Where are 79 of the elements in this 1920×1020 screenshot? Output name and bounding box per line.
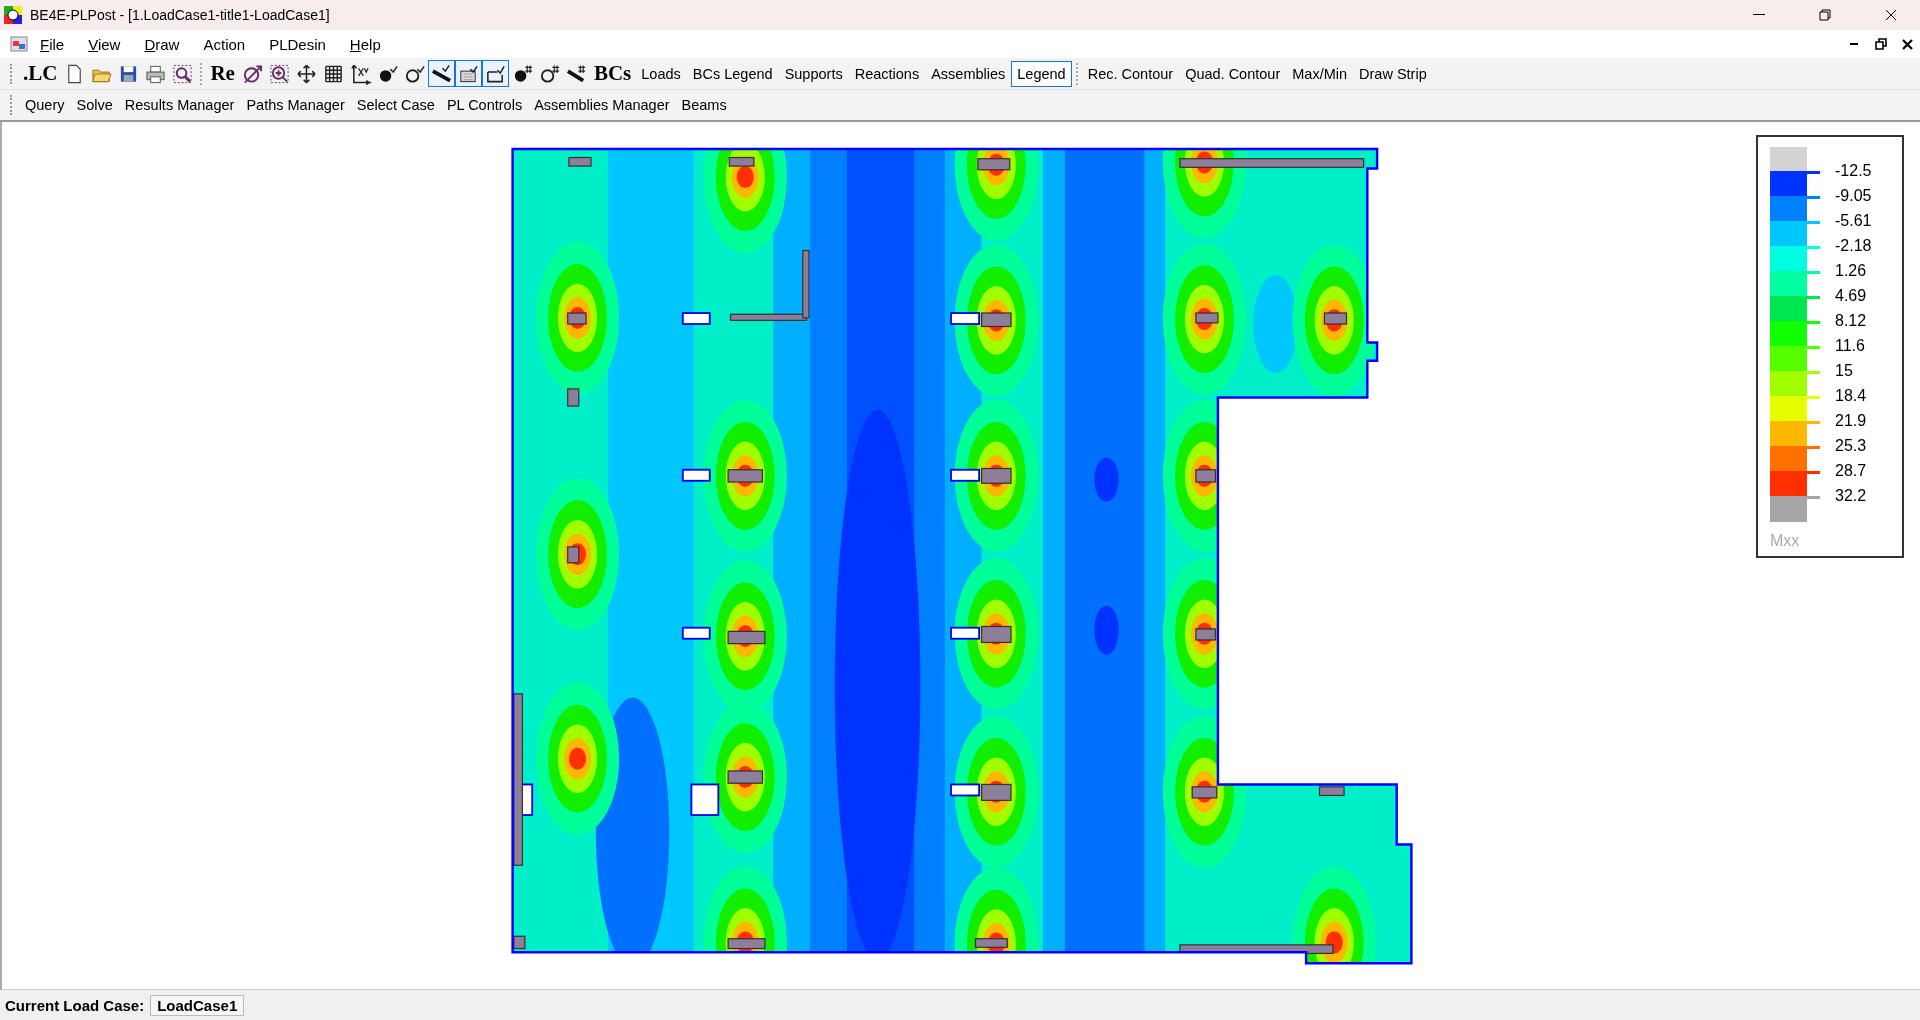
legend-value: 1.26 [1835, 262, 1867, 280]
restore-icon [1819, 9, 1831, 21]
legend-tick [1770, 421, 1820, 424]
move-icon [295, 62, 317, 85]
legend-value: 11.6 [1835, 337, 1865, 355]
status-label: Current Load Case: [5, 996, 145, 1014]
toolbar-button[interactable]: Paths Manager [240, 92, 351, 118]
toolbar-button[interactable]: Quad. Contour [1179, 60, 1287, 87]
status-value: LoadCase1 [150, 994, 245, 1016]
toolbar-button[interactable] [481, 60, 509, 87]
toolbar-button[interactable]: Supports [778, 60, 849, 87]
legend-value: 4.69 [1835, 287, 1867, 305]
beam-check-icon [430, 62, 452, 85]
close-icon [1885, 9, 1897, 21]
menu-item[interactable]: Draw [132, 35, 192, 53]
toolbar-button[interactable]: Rec. Contour [1081, 60, 1180, 87]
menu-item[interactable]: Help [337, 35, 393, 53]
toolbar-button[interactable]: .LC [19, 59, 62, 88]
toolbar-button[interactable]: BCs [589, 59, 636, 88]
legend-tick [1770, 396, 1820, 399]
legend-tick [1770, 196, 1820, 199]
menu-item[interactable]: View [76, 35, 133, 53]
legend-tick [1770, 446, 1820, 449]
toolbar-button[interactable]: BCs Legend [686, 60, 779, 87]
axis-icon [349, 62, 371, 85]
menu-item[interactable]: PLDesin [257, 35, 338, 53]
toolbar-button[interactable]: Reactions [848, 60, 926, 87]
legend-tick [1770, 346, 1820, 349]
legend-tick [1770, 221, 1820, 224]
beam-hash-icon [565, 62, 587, 85]
ring-hash-icon [538, 62, 560, 85]
toolbar-button[interactable]: Assemblies [925, 60, 1012, 87]
toolbar-button[interactable]: Results Manager [118, 92, 241, 118]
window-title: BE4E-PLPost - [1.LoadCase1-title1-LoadCase1] [30, 7, 330, 23]
legend-tick [1770, 296, 1820, 299]
minimize-icon [1753, 14, 1765, 16]
toolbar-button[interactable]: Legend [1011, 60, 1072, 87]
legend-tick [1770, 496, 1820, 499]
toolbar-button[interactable]: Solve [70, 92, 119, 118]
close-icon [1901, 38, 1913, 50]
legend-title: Mxx [1770, 532, 1801, 550]
legend-tick [1770, 271, 1820, 274]
legend-value: -12.5 [1835, 162, 1872, 180]
toolbar-button[interactable]: Beams [675, 92, 733, 118]
legend-value: -9.05 [1835, 187, 1872, 205]
legend-value: 28.7 [1835, 462, 1867, 480]
minimize-icon [1850, 42, 1860, 46]
toolbar-button[interactable]: Draw Strip [1353, 60, 1433, 87]
toolbar-button[interactable]: Loads [635, 60, 687, 87]
toolbar-button[interactable]: Query [19, 92, 71, 118]
toolbar-button[interactable]: Re [206, 59, 239, 88]
zoom-extent-icon [241, 62, 263, 85]
legend-value: 15 [1835, 362, 1853, 380]
legend-value: 25.3 [1835, 437, 1867, 455]
legend-value: 8.12 [1835, 312, 1867, 330]
restore-icon [1875, 38, 1887, 50]
document-menu-icon[interactable] [10, 36, 28, 52]
menu-item[interactable]: File [28, 35, 77, 53]
legend-tick [1770, 246, 1820, 249]
legend-swatch [1770, 147, 1807, 172]
toolbar-button[interactable] [454, 60, 482, 87]
toolbar-button[interactable] [427, 60, 455, 87]
toolbar-button[interactable]: PL Controls [440, 92, 529, 118]
legend-value: 18.4 [1835, 387, 1867, 405]
legend-value: 21.9 [1835, 412, 1867, 430]
legend-tick [1770, 171, 1820, 174]
legend-tick [1770, 471, 1820, 474]
legend-value: 32.2 [1835, 487, 1867, 505]
legend-tick [1770, 371, 1820, 374]
menu-item[interactable]: Action [191, 35, 258, 53]
legend-tick [1770, 321, 1820, 324]
toolbar-button[interactable]: Assemblies Manager [528, 92, 676, 118]
magnifier-icon [172, 62, 194, 85]
app-logo-icon [4, 6, 22, 24]
legend-value: -5.61 [1835, 212, 1872, 230]
zoom-in-icon [268, 62, 290, 85]
toolbar-button[interactable]: Select Case [350, 92, 441, 118]
legend-value: -2.18 [1835, 237, 1872, 255]
toolbar-button[interactable]: Max/Min [1286, 60, 1354, 87]
